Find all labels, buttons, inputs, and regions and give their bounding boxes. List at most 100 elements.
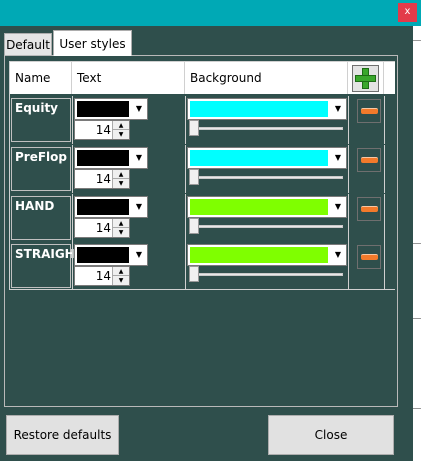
opacity-slider-track: [195, 176, 343, 179]
chevron-down-icon: ▼: [131, 99, 147, 119]
stepper-up-icon[interactable]: ▲: [113, 121, 129, 130]
stepper-down-icon[interactable]: ▼: [113, 179, 129, 188]
remove-style-button[interactable]: [357, 245, 381, 269]
background-color-dropdown[interactable]: ▼: [187, 147, 347, 169]
background-color-dropdown[interactable]: ▼: [187, 98, 347, 120]
divider: [413, 243, 421, 244]
remove-style-button[interactable]: [357, 148, 381, 172]
font-size-stepper[interactable]: 14 ▲ ▼: [74, 266, 130, 286]
opacity-slider-track: [195, 273, 343, 276]
divider: [384, 145, 385, 193]
background-color-swatch: [190, 199, 328, 215]
divider: [185, 96, 186, 144]
text-color-swatch: [77, 150, 129, 166]
text-color-dropdown[interactable]: ▼: [74, 244, 148, 266]
divider: [348, 96, 349, 144]
remove-style-button[interactable]: [357, 99, 381, 123]
minus-icon: [361, 206, 378, 212]
font-size-stepper[interactable]: 14 ▲ ▼: [74, 120, 130, 140]
stepper-up-icon[interactable]: ▲: [113, 219, 129, 228]
stepper-down-icon[interactable]: ▼: [113, 228, 129, 237]
remove-style-button[interactable]: [357, 197, 381, 221]
divider: [348, 145, 349, 193]
divider: [413, 318, 421, 319]
table-row: Equity ▼ 14 ▲ ▼ ▼: [10, 96, 395, 144]
chevron-down-icon: ▼: [131, 148, 147, 168]
text-color-swatch: [77, 247, 129, 263]
stepper-buttons: ▲ ▼: [112, 267, 129, 285]
divider: [384, 96, 385, 144]
table-row: STRAIGHT ▼ 14 ▲ ▼ ▼: [10, 242, 395, 290]
divider: [413, 408, 421, 409]
minus-icon: [361, 254, 378, 260]
font-size-value: 14: [95, 269, 111, 283]
text-color-dropdown[interactable]: ▼: [74, 98, 148, 120]
title-bar: [0, 0, 421, 26]
divider: [413, 40, 421, 41]
divider: [72, 242, 73, 290]
opacity-slider-thumb[interactable]: [189, 266, 199, 282]
tab-default[interactable]: Default: [4, 33, 52, 56]
stepper-up-icon[interactable]: ▲: [113, 267, 129, 276]
chevron-down-icon: ▼: [330, 197, 346, 217]
background-color-dropdown[interactable]: ▼: [187, 244, 347, 266]
divider: [185, 242, 186, 290]
chevron-down-icon: ▼: [330, 148, 346, 168]
divider: [348, 194, 349, 242]
chevron-down-icon: ▼: [131, 197, 147, 217]
font-size-value: 14: [95, 172, 111, 186]
background-color-swatch: [190, 247, 328, 263]
chevron-down-icon: ▼: [131, 245, 147, 265]
text-color-dropdown[interactable]: ▼: [74, 196, 148, 218]
style-name: STRAIGHT: [11, 244, 83, 288]
table-row: HAND ▼ 14 ▲ ▼ ▼: [10, 194, 395, 242]
divider: [348, 242, 349, 290]
minus-icon: [361, 108, 378, 114]
divider: [185, 145, 186, 193]
font-size-value: 14: [95, 123, 111, 137]
column-header-background: Background: [185, 62, 348, 94]
divider: [384, 194, 385, 242]
opacity-slider-thumb[interactable]: [189, 120, 199, 136]
divider: [384, 242, 385, 290]
divider: [185, 194, 186, 242]
opacity-slider-track: [195, 127, 343, 130]
font-size-stepper[interactable]: 14 ▲ ▼: [74, 169, 130, 189]
background-color-swatch: [190, 150, 328, 166]
stepper-buttons: ▲ ▼: [112, 121, 129, 139]
text-color-dropdown[interactable]: ▼: [74, 147, 148, 169]
text-color-swatch: [77, 199, 129, 215]
opacity-slider-thumb[interactable]: [189, 169, 199, 185]
style-name: Equity: [11, 98, 71, 142]
text-color-swatch: [77, 101, 129, 117]
column-header-text: Text: [72, 62, 185, 94]
plus-icon-center: [363, 76, 368, 81]
close-window-button[interactable]: x: [398, 3, 417, 22]
divider: [72, 145, 73, 193]
stepper-buttons: ▲ ▼: [112, 219, 129, 237]
table-row: PreFlop ▼ 14 ▲ ▼ ▼: [10, 145, 395, 193]
close-button[interactable]: Close: [268, 415, 394, 455]
stepper-down-icon[interactable]: ▼: [113, 130, 129, 139]
minus-icon: [361, 157, 378, 163]
divider: [72, 194, 73, 242]
stepper-buttons: ▲ ▼: [112, 170, 129, 188]
restore-defaults-button[interactable]: Restore defaults: [6, 415, 119, 455]
style-name: HAND: [11, 196, 71, 240]
font-size-stepper[interactable]: 14 ▲ ▼: [74, 218, 130, 238]
chevron-down-icon: ▼: [330, 99, 346, 119]
opacity-slider-track: [195, 225, 343, 228]
column-header-name: Name: [10, 62, 72, 94]
stepper-down-icon[interactable]: ▼: [113, 276, 129, 285]
opacity-slider-thumb[interactable]: [189, 218, 199, 234]
font-size-value: 14: [95, 221, 111, 235]
stepper-up-icon[interactable]: ▲: [113, 170, 129, 179]
background-color-swatch: [190, 101, 328, 117]
background-color-dropdown[interactable]: ▼: [187, 196, 347, 218]
divider: [72, 96, 73, 144]
style-name: PreFlop: [11, 147, 71, 191]
add-style-button[interactable]: [352, 65, 379, 92]
chevron-down-icon: ▼: [330, 245, 346, 265]
grid-header: Name Text Background: [10, 62, 395, 94]
tab-user-styles[interactable]: User styles: [53, 30, 132, 56]
